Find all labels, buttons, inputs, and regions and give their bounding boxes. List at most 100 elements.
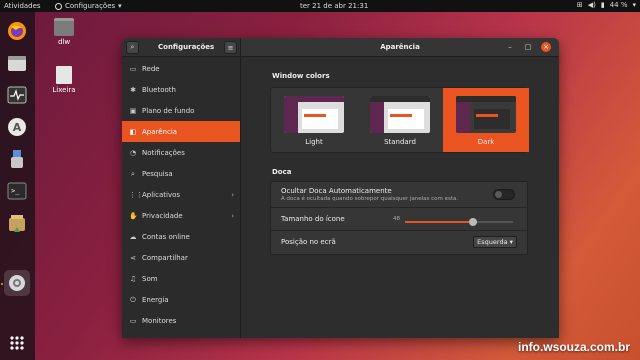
sidebar-item-11[interactable]: ⏻ Energia bbox=[122, 289, 240, 310]
search-icon: ⌕ bbox=[131, 169, 135, 178]
music-icon: ♫ bbox=[129, 274, 137, 283]
sidebar-item-0[interactable]: ▭ Rede bbox=[122, 58, 240, 79]
autohide-title: Ocultar Doca Automaticamente bbox=[281, 187, 392, 195]
position-value: Esquerda bbox=[477, 238, 508, 246]
autohide-switch[interactable] bbox=[493, 189, 515, 200]
system-tray[interactable]: ⊞ ◀) ▮ 44 % ▾ bbox=[577, 1, 636, 9]
icon-size-row: Tamanho do ícone 48 bbox=[271, 208, 527, 231]
sidebar-item-label: Rede bbox=[142, 64, 160, 73]
sidebar-item-label: Compartilhar bbox=[142, 253, 188, 262]
network-icon: ▭ bbox=[129, 64, 137, 73]
sidebar-item-7[interactable]: ✋ Privacidade › bbox=[122, 205, 240, 226]
position-dropdown[interactable]: Esquerda ▾ bbox=[473, 236, 517, 248]
sidebar-title: Configurações bbox=[158, 43, 215, 51]
autohide-subtitle: A doca é ocultada quando sobrepor quaisq… bbox=[281, 196, 459, 202]
volume-icon: ◀) bbox=[587, 1, 596, 9]
theme-standard-label: Standard bbox=[384, 138, 416, 146]
terminal-icon[interactable]: >_ bbox=[4, 178, 30, 204]
sidebar-item-label: Monitores bbox=[142, 316, 177, 325]
privacy-icon: ✋ bbox=[129, 211, 138, 220]
running-indicator bbox=[1, 283, 3, 285]
svg-text:A: A bbox=[13, 121, 22, 134]
home-folder-icon bbox=[54, 18, 74, 36]
autohide-row[interactable]: Ocultar Doca Automaticamente A doca é oc… bbox=[271, 182, 527, 208]
theme-standard[interactable]: Standard bbox=[357, 88, 443, 152]
theme-light-label: Light bbox=[305, 138, 323, 146]
background-icon: ▣ bbox=[129, 106, 137, 115]
svg-text:>_: >_ bbox=[11, 187, 20, 195]
theme-dark[interactable]: Dark bbox=[443, 88, 529, 152]
sidebar-item-label: Notificações bbox=[142, 148, 185, 157]
theme-dark-label: Dark bbox=[477, 138, 495, 146]
appearance-panel: Window colors Light Standard Dark Doca O… bbox=[241, 57, 559, 338]
sidebar-item-10[interactable]: ♫ Som bbox=[122, 268, 240, 289]
theme-light-preview bbox=[284, 96, 344, 133]
dock-heading: Doca bbox=[272, 168, 292, 176]
show-apps-icon[interactable] bbox=[4, 330, 30, 356]
sidebar-item-4[interactable]: ◔ Notificações bbox=[122, 142, 240, 163]
sidebar-item-8[interactable]: ☁ Contas online bbox=[122, 226, 240, 247]
window-colors-heading: Window colors bbox=[272, 72, 330, 80]
archive-manager-icon[interactable] bbox=[4, 210, 30, 236]
slider-fill bbox=[405, 221, 474, 223]
desktop-home-label: dlw bbox=[57, 38, 71, 46]
close-button[interactable]: × bbox=[541, 42, 551, 52]
sidebar-header: ⌕ Configurações ≡ bbox=[122, 38, 241, 57]
display-icon: ▭ bbox=[129, 316, 137, 325]
theme-standard-preview bbox=[370, 96, 430, 133]
slider-handle[interactable] bbox=[469, 218, 478, 226]
bell-icon: ◔ bbox=[129, 148, 137, 157]
hamburger-menu-button[interactable]: ≡ bbox=[224, 41, 237, 54]
theme-selector: Light Standard Dark bbox=[270, 87, 529, 153]
position-label: Posição no ecrã bbox=[281, 238, 336, 246]
theme-dark-preview bbox=[456, 96, 516, 133]
firefox-icon[interactable] bbox=[4, 18, 30, 44]
network-icon: ⊞ bbox=[576, 1, 583, 9]
sidebar-item-9[interactable]: ⋖ Compartilhar bbox=[122, 247, 240, 268]
chevron-right-icon: › bbox=[231, 211, 234, 220]
usb-creator-icon[interactable] bbox=[4, 146, 30, 172]
switch-knob bbox=[495, 191, 502, 198]
menu-icon: ≡ bbox=[227, 43, 234, 52]
sidebar-item-2[interactable]: ▣ Plano de fundo bbox=[122, 100, 240, 121]
files-icon[interactable] bbox=[4, 50, 30, 76]
top-bar: Atividades Configurações ▾ ter 21 de abr… bbox=[0, 0, 640, 12]
content-header: Aparência – □ × bbox=[241, 38, 559, 57]
power-icon: ⏻ bbox=[130, 295, 136, 304]
sidebar-item-3[interactable]: ◧ Aparência bbox=[122, 121, 240, 142]
maximize-button[interactable]: □ bbox=[523, 42, 533, 52]
sidebar-item-label: Bluetooth bbox=[142, 85, 176, 94]
sidebar-item-label: Energia bbox=[142, 295, 169, 304]
system-monitor-icon[interactable] bbox=[4, 82, 30, 108]
chevron-down-icon: ▾ bbox=[632, 1, 636, 9]
minimize-button[interactable]: – bbox=[505, 42, 515, 52]
icon-size-label: Tamanho do ícone bbox=[281, 215, 345, 223]
sidebar-item-12[interactable]: ▭ Monitores bbox=[122, 310, 240, 331]
icon-size-slider[interactable] bbox=[405, 218, 513, 226]
clock[interactable]: ter 21 de abr 21:31 bbox=[300, 2, 368, 10]
battery-level: 44 % bbox=[609, 1, 628, 9]
apps-icon: ⋮⋮ bbox=[129, 190, 143, 199]
trash-icon bbox=[56, 66, 72, 84]
search-button[interactable]: ⌕ bbox=[126, 41, 139, 54]
app-menu[interactable]: Configurações ▾ bbox=[55, 2, 122, 10]
sidebar-item-label: Privacidade bbox=[142, 211, 183, 220]
icon-size-value: 48 bbox=[393, 216, 400, 222]
sidebar-item-6[interactable]: ⋮⋮ Aplicativos › bbox=[122, 184, 240, 205]
desktop-trash[interactable]: Lixeira bbox=[44, 66, 84, 94]
appearance-icon: ◧ bbox=[129, 127, 137, 136]
cloud-icon: ☁ bbox=[129, 232, 137, 241]
settings-icon[interactable] bbox=[4, 270, 30, 296]
sidebar-item-label: Aplicativos bbox=[142, 190, 181, 199]
settings-window: ⌕ Configurações ≡ Aparência – □ × ▭ Rede ✱… bbox=[122, 38, 559, 338]
battery-icon: ▮ bbox=[600, 1, 605, 9]
activities-button[interactable]: Atividades bbox=[4, 2, 41, 10]
desktop-home-folder[interactable]: dlw bbox=[44, 18, 84, 46]
software-center-icon[interactable]: A bbox=[4, 114, 30, 140]
sidebar-item-label: Aparência bbox=[142, 127, 178, 136]
app-menu-label: Configurações bbox=[65, 2, 116, 10]
watermark: info.wsouza.com.br bbox=[517, 340, 630, 354]
sidebar-item-5[interactable]: ⌕ Pesquisa bbox=[122, 163, 240, 184]
theme-light[interactable]: Light bbox=[271, 88, 357, 152]
sidebar-item-1[interactable]: ✱ Bluetooth bbox=[122, 79, 240, 100]
